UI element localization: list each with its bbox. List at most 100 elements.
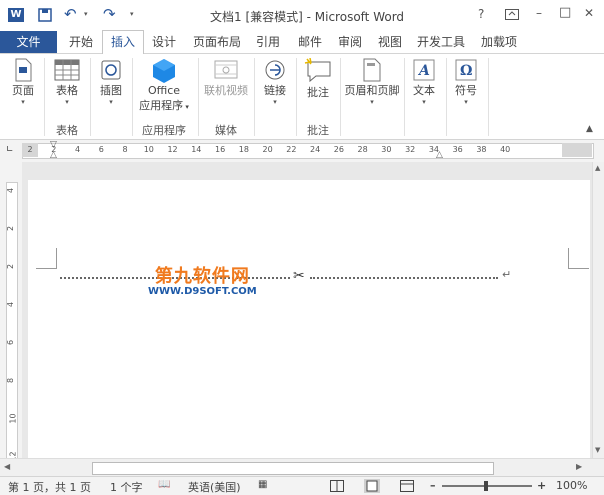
header-footer-button[interactable]: 页眉和页脚 ▾	[342, 58, 402, 106]
maximize-button[interactable]: □	[559, 5, 571, 20]
illustrations-button[interactable]: 插图 ▾	[94, 58, 128, 106]
first-line-indent-marker[interactable]: ▽	[50, 140, 57, 150]
redo-icon[interactable]: ↷	[103, 5, 116, 23]
online-video-button[interactable]: 联机视频	[200, 58, 252, 98]
tab-design[interactable]: 设计	[144, 31, 184, 53]
ruler-tick-label: 16	[214, 145, 226, 154]
comment-button[interactable]: 批注	[300, 58, 336, 100]
tab-references[interactable]: 引用	[250, 31, 286, 53]
table-button[interactable]: 表格 ▾	[50, 58, 84, 106]
minimize-button[interactable]: –	[536, 6, 542, 20]
scissors-icon: ✂	[293, 268, 305, 284]
office-apps-button[interactable]: Office 应用程序 ▾	[134, 58, 194, 113]
scroll-up-icon[interactable]: ▲	[595, 164, 600, 172]
ruler-tick-label: 2	[6, 225, 16, 232]
ruler-tick-label: 32	[405, 145, 416, 154]
cut-line	[310, 277, 498, 279]
apps-group-label: 应用程序	[142, 124, 186, 137]
text-box-icon: A	[413, 59, 435, 81]
ruler-tick-label: 18	[238, 145, 249, 154]
ruler-tick-label: 26	[333, 145, 344, 154]
ruler-tick-label: 14	[191, 145, 202, 154]
print-layout-icon[interactable]	[364, 479, 380, 493]
ribbon-display-icon[interactable]	[505, 9, 519, 20]
scroll-down-icon[interactable]: ▼	[595, 446, 600, 454]
chevron-down-icon: ▾	[273, 98, 277, 106]
media-group-label: 媒体	[215, 124, 237, 137]
horizontal-scrollbar[interactable]: ◀ ▶	[0, 458, 604, 477]
tab-insert[interactable]: 插入	[102, 30, 144, 54]
text-button[interactable]: A 文本 ▾	[406, 58, 442, 106]
pages-button[interactable]: 页面 ▾	[6, 58, 40, 106]
hanging-indent-marker[interactable]: △	[50, 150, 57, 160]
undo-icon[interactable]: ↶	[64, 5, 77, 23]
ruler-tick-label: 4	[6, 187, 16, 194]
shapes-icon	[101, 60, 121, 80]
proofing-icon[interactable]: 📖	[158, 479, 170, 490]
ruler-tick-label: 4	[74, 145, 81, 154]
ruler-tick-label: 22	[286, 145, 297, 154]
ribbon-tab-bar: 文件 开始 插入 设计 页面布局 引用 邮件 审阅 视图 开发工具 加载项	[0, 30, 604, 54]
zoom-level[interactable]: 100%	[556, 479, 587, 492]
save-icon[interactable]	[38, 8, 52, 22]
scroll-right-icon[interactable]: ▶	[576, 462, 582, 471]
word-count[interactable]: 1 个字	[110, 479, 143, 495]
links-button[interactable]: 链接 ▾	[258, 58, 292, 106]
scroll-thumb[interactable]	[92, 462, 494, 475]
ruler-tick-label: 10	[8, 413, 18, 424]
omega-icon: Ω	[455, 59, 477, 81]
office-apps-icon	[153, 59, 175, 83]
zoom-slider-thumb[interactable]	[484, 481, 488, 491]
tab-developer[interactable]: 开发工具	[412, 31, 470, 53]
chevron-down-icon: ▾	[65, 98, 69, 106]
watermark-logo: 第九软件网 WWW.D9SOFT.COM	[148, 266, 257, 297]
ruler-tick-label: 12	[167, 145, 178, 154]
chevron-down-icon: ▾	[183, 103, 189, 111]
read-mode-icon[interactable]	[330, 480, 344, 492]
tab-page-layout[interactable]: 页面布局	[187, 31, 247, 53]
tab-review[interactable]: 审阅	[332, 31, 368, 53]
help-button[interactable]: ?	[478, 7, 484, 21]
ruler-tick-label: 8	[122, 145, 128, 154]
paragraph-mark-icon: ↵	[502, 268, 512, 281]
vertical-ruler[interactable]: 4 2 2 4 6 8 10 12	[0, 162, 22, 462]
tab-view[interactable]: 视图	[372, 31, 408, 53]
ribbon: 页面 ▾ 表格 ▾ 表格 插图 ▾ Office 应用程序 ▾ 应用程序 联机视…	[0, 54, 604, 140]
close-button[interactable]: ✕	[584, 6, 594, 20]
tab-file[interactable]: 文件	[0, 31, 57, 53]
tab-home[interactable]: 开始	[60, 31, 102, 53]
ruler-tick-label: 30	[381, 145, 392, 154]
table-group-label: 表格	[56, 124, 78, 137]
document-page[interactable]: ✂ ↵ 第九软件网 WWW.D9SOFT.COM	[28, 180, 590, 458]
page-count[interactable]: 第 1 页，共 1 页	[8, 479, 91, 495]
tab-selector-icon[interactable]: ∟	[6, 145, 14, 155]
ruler-tick-label: 24	[310, 145, 321, 154]
horizontal-ruler[interactable]: ∟ 2 2 4 6 8 10 12 14 16 18 20 22 24 26 28 30 32 34 36 38 40 …	[0, 140, 604, 163]
zoom-in-button[interactable]: +	[537, 479, 546, 492]
word-icon[interactable]: W	[8, 8, 24, 22]
right-indent-marker[interactable]: △	[436, 150, 443, 160]
status-bar: 第 1 页，共 1 页 1 个字 📖 英语(美国) ▦ – + 100%	[0, 476, 604, 495]
chevron-down-icon: ▾	[109, 98, 113, 106]
tab-addins[interactable]: 加载项	[474, 31, 524, 53]
window-title: 文档1 [兼容模式] - Microsoft Word	[210, 10, 405, 24]
vertical-scrollbar[interactable]: ▲ ▼	[592, 162, 604, 458]
web-layout-icon[interactable]	[400, 480, 414, 492]
quick-access-more-icon[interactable]: ▾	[130, 10, 134, 18]
ruler-tick-label: 20	[262, 145, 273, 154]
scroll-left-icon[interactable]: ◀	[4, 462, 10, 471]
ruler-tick-label: 8	[6, 377, 16, 384]
crop-mark	[568, 248, 589, 269]
collapse-ribbon-icon[interactable]: ▲	[586, 124, 593, 134]
tab-mailings[interactable]: 邮件	[290, 31, 330, 53]
chevron-down-icon: ▾	[464, 98, 468, 106]
macro-record-icon[interactable]: ▦	[258, 479, 267, 490]
chevron-down-icon: ▾	[422, 98, 426, 106]
chevron-down-icon: ▾	[370, 98, 374, 106]
language[interactable]: 英语(美国)	[188, 479, 241, 495]
symbols-button[interactable]: Ω 符号 ▾	[448, 58, 484, 106]
zoom-out-button[interactable]: –	[430, 479, 436, 492]
ruler-tick-label: 6	[98, 145, 104, 154]
undo-dropdown-icon[interactable]: ▾	[84, 10, 88, 18]
svg-text:Ω: Ω	[460, 63, 472, 79]
